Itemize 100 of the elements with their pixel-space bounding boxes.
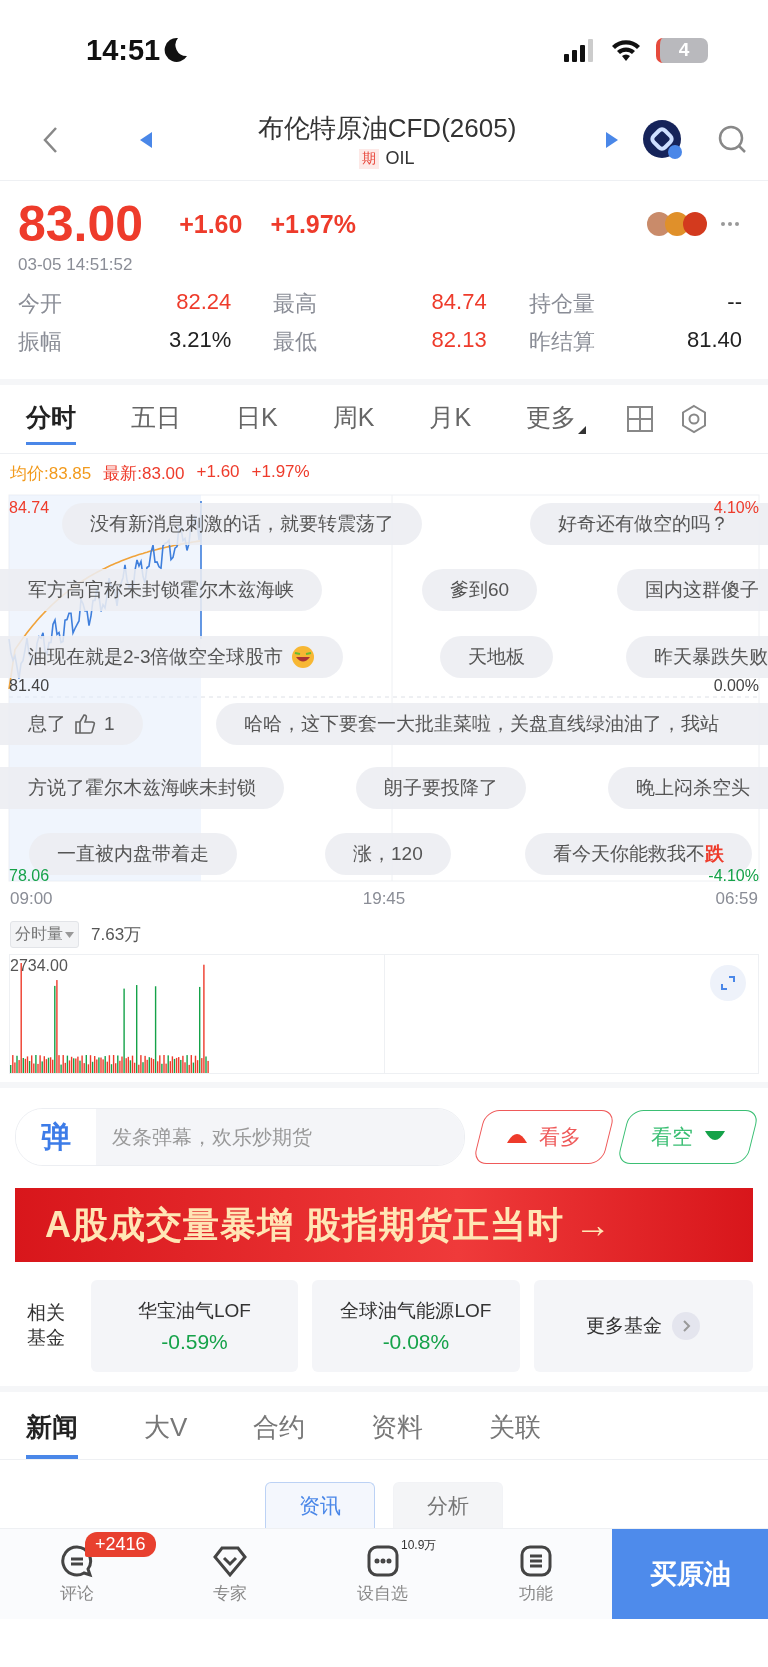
danmaku-text: 油现在就是2-3倍做空全球股市 <box>28 645 284 669</box>
banner-text: A股成交量暴增 股指期货正当时 → <box>45 1202 612 1247</box>
news-tab[interactable]: 大V <box>144 1410 188 1459</box>
fund-card[interactable]: 华宝油气LOF -0.59% <box>90 1280 299 1372</box>
ai-assistant-icon[interactable] <box>642 119 684 161</box>
stat-value: -- <box>727 289 742 316</box>
last-price: 83.00 <box>18 195 144 253</box>
danmaku-text: 晚上闷杀空头 <box>636 776 750 800</box>
news-tab[interactable]: 合约 <box>253 1410 306 1459</box>
danmaku-text: 昨天暴跌失败 <box>654 645 768 669</box>
toolbar-item[interactable]: 专家 <box>153 1529 306 1619</box>
danmaku-text: 朗子要投降了 <box>384 776 498 800</box>
more-icon[interactable] <box>720 221 740 227</box>
avatar-group-icon[interactable] <box>646 211 708 237</box>
chart-period-tab[interactable]: 更多 <box>526 393 587 445</box>
watch-count: 10.9万 <box>401 1537 437 1554</box>
promo-banner[interactable]: A股成交量暴增 股指期货正当时 → <box>15 1188 753 1262</box>
danmaku-text: 涨，120 <box>353 842 423 866</box>
axis-low-label: 78.06 <box>9 867 50 885</box>
chat-bubble-icon <box>59 1543 94 1578</box>
time-axis-label: 09:00 <box>10 889 53 909</box>
danmaku-text: 国内这群傻子 <box>645 578 759 602</box>
dropdown-caret-icon <box>65 931 74 938</box>
quote-timestamp: 03-05 14:51:52 <box>18 255 134 275</box>
up-triangle-icon <box>507 1131 527 1143</box>
chart-period-tab[interactable]: 日K <box>236 393 278 445</box>
legend-change-percent: +1.97% <box>251 462 310 483</box>
stat-label: 持仓量 <box>528 290 595 318</box>
stat-value: 3.21% <box>168 327 232 354</box>
price-change-percent: +1.97% <box>270 209 356 239</box>
latest-price-label: 最新:83.00 <box>103 463 185 485</box>
chart-period-tab[interactable]: 五日 <box>131 393 181 445</box>
down-triangle-icon <box>705 1131 725 1143</box>
fund-name: 华宝油气LOF <box>138 1299 251 1323</box>
axis-low-percent: -4.10% <box>708 867 759 885</box>
danmaku-text: 军方高官称未封锁霍尔木兹海峡 <box>28 578 294 602</box>
stat-label: 昨结算 <box>528 328 595 356</box>
stat-label: 最高 <box>273 290 318 318</box>
chevron-right-icon <box>672 1312 701 1340</box>
axis-mid-label: 81.40 <box>9 677 50 695</box>
news-tab[interactable]: 资料 <box>371 1410 424 1459</box>
news-tab[interactable]: 关联 <box>489 1410 542 1459</box>
danmaku-text: 没有新消息刺激的话，就要转震荡了 <box>90 512 394 536</box>
legend-change: +1.60 <box>196 462 240 483</box>
stat-label: 今开 <box>18 290 62 318</box>
more-dots-icon <box>365 1543 400 1578</box>
time-axis-label: 06:59 <box>715 889 758 909</box>
fund-card[interactable]: 全球油气能源LOF -0.08% <box>312 1280 520 1372</box>
more-funds-button[interactable]: 更多基金 <box>533 1280 753 1372</box>
danmaku-text: 天地板 <box>468 645 525 669</box>
danmaku-text: 看今天你能救我不跌 <box>553 842 724 866</box>
settings-icon[interactable] <box>680 404 709 434</box>
toolbar-item[interactable]: +2416 评论 <box>0 1529 153 1619</box>
futures-tag: 期 <box>359 148 380 169</box>
chart-period-tab[interactable]: 分时 <box>26 393 76 445</box>
danmaku-input-field[interactable]: 弹 发条弹幕，欢乐炒期货 <box>15 1108 465 1166</box>
previous-arrow-icon[interactable] <box>139 131 153 149</box>
stat-value: 82.13 <box>431 327 487 354</box>
moon-icon <box>164 37 189 63</box>
instrument-code: OIL <box>385 148 415 169</box>
danmaku-text: 一直被内盘带着走 <box>57 842 209 866</box>
expand-button[interactable] <box>710 965 746 1001</box>
search-icon[interactable] <box>718 125 748 155</box>
chart-period-tab[interactable]: 周K <box>332 393 375 445</box>
fund-change: -0.08% <box>382 1330 450 1354</box>
average-price-label: 均价:83.85 <box>10 463 92 485</box>
stat-value: 82.24 <box>176 289 232 316</box>
buy-button[interactable]: 买原油 <box>612 1529 768 1619</box>
funds-label: 相关基金 <box>27 1301 66 1350</box>
next-arrow-icon[interactable] <box>605 131 619 149</box>
stat-label: 最低 <box>273 328 318 356</box>
volume-total: 7.63万 <box>91 924 142 946</box>
grid-layout-icon[interactable] <box>626 405 655 433</box>
like-count: 1 <box>104 713 115 735</box>
back-icon[interactable] <box>42 126 58 154</box>
status-time: 14:51 <box>86 33 161 67</box>
sub-tab[interactable]: 分析 <box>393 1482 503 1528</box>
volume-max-label: 2734.00 <box>10 957 68 975</box>
toolbar-item[interactable]: 功能 <box>459 1529 612 1619</box>
time-axis-label: 19:45 <box>362 889 406 909</box>
news-tab[interactable]: 新闻 <box>26 1410 78 1459</box>
expand-icon <box>720 975 736 991</box>
danmaku-text: 爹到60 <box>450 578 510 602</box>
stat-value: 84.74 <box>431 289 487 316</box>
fund-name: 全球油气能源LOF <box>340 1299 492 1323</box>
toolbar-item[interactable]: 10.9万 设自选 <box>306 1529 459 1619</box>
volume-selector[interactable]: 分时量 <box>10 921 79 948</box>
danmaku-text: 息了 <box>28 712 66 736</box>
danmaku-text: 好奇还有做空的吗？ <box>558 513 729 536</box>
price-change: +1.60 <box>179 209 243 239</box>
signal-icon <box>564 38 596 62</box>
comment-count-badge: +2416 <box>85 1532 156 1557</box>
axis-high-percent: 4.10% <box>713 499 759 516</box>
chart-period-tab[interactable]: 月K <box>429 393 472 445</box>
sub-tab[interactable]: 资讯 <box>265 1482 375 1528</box>
battery-icon: 4 <box>656 37 708 63</box>
wifi-icon <box>610 38 642 62</box>
danmaku-text: 方说了霍尔木兹海峡未封锁 <box>28 776 256 800</box>
stat-label: 振幅 <box>18 328 62 356</box>
dropdown-caret-icon <box>578 426 587 434</box>
